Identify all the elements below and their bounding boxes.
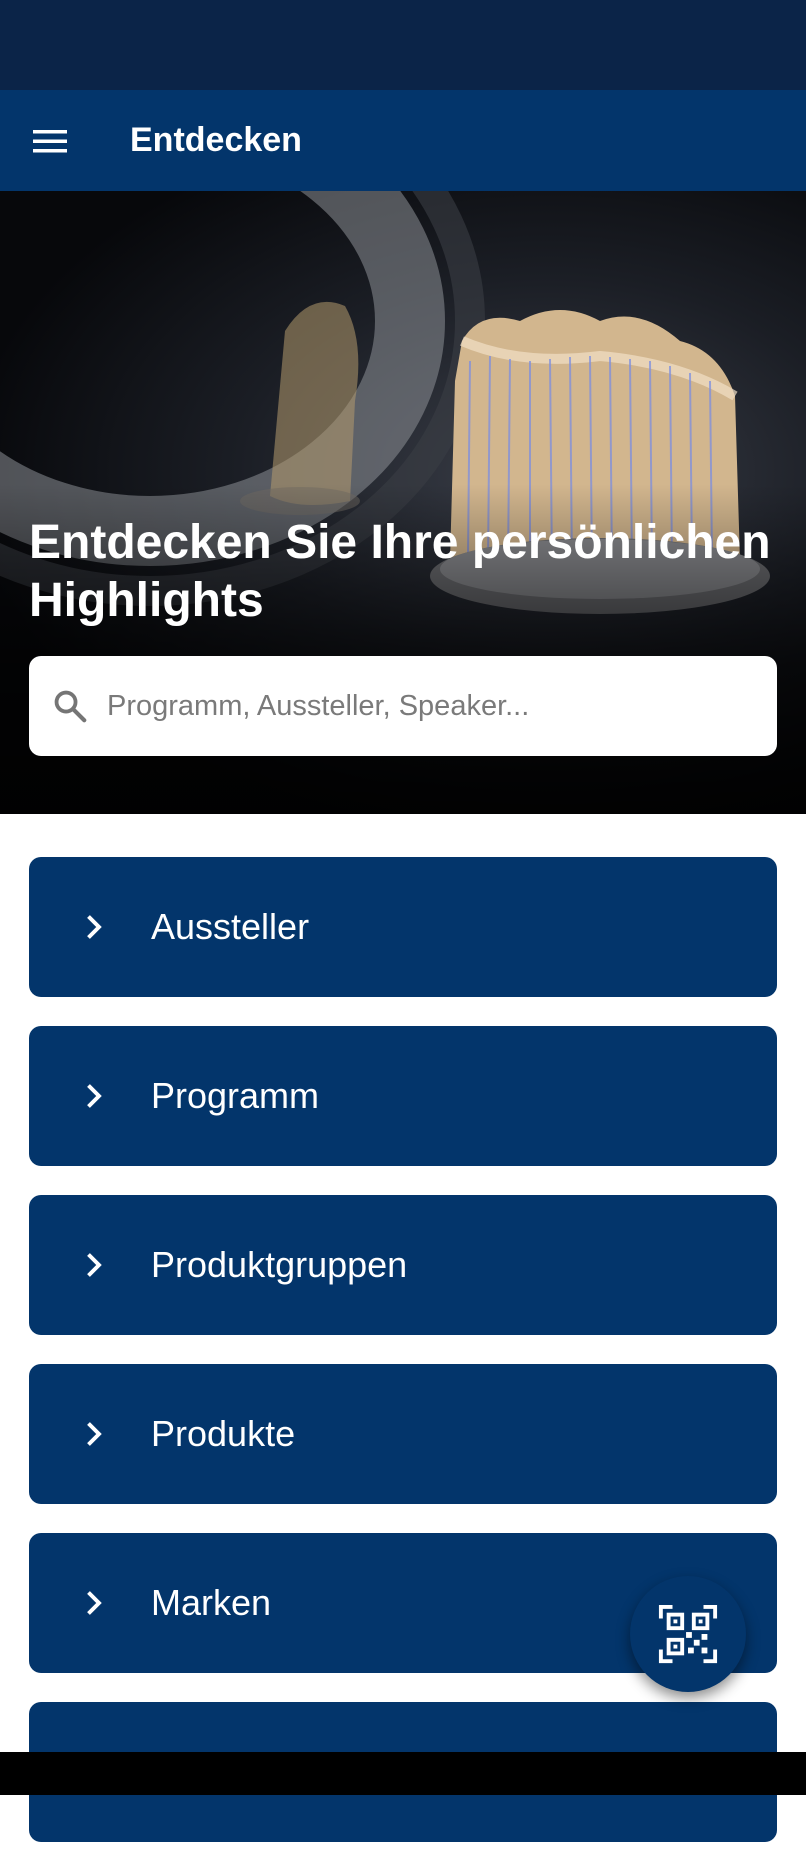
discover-menu-list: Aussteller Programm Produktgruppen Produ… — [29, 857, 777, 1871]
menu-item-produktgruppen[interactable]: Produktgruppen — [29, 1195, 777, 1335]
search-icon — [54, 690, 87, 723]
hamburger-menu-icon — [33, 129, 67, 152]
menu-item-label: Marken — [151, 1582, 272, 1623]
search-input[interactable] — [105, 675, 749, 737]
chevron-right-icon — [87, 915, 102, 939]
menu-item-label: Produkte — [151, 1413, 296, 1454]
menu-button[interactable] — [0, 90, 100, 191]
search-box[interactable] — [29, 656, 777, 756]
page-title: Entdecken — [130, 121, 302, 159]
system-navigation-bar — [0, 1752, 806, 1795]
menu-item-label: Produktgruppen — [151, 1244, 408, 1285]
chevron-right-icon — [87, 1591, 102, 1615]
hero-title: Entdecken Sie Ihre persönlichen Highligh… — [29, 516, 771, 627]
menu-item-label: Programm — [151, 1075, 320, 1116]
chevron-right-icon — [87, 1084, 102, 1108]
menu-item-label: Aussteller — [151, 906, 310, 947]
chevron-right-icon — [87, 1253, 102, 1277]
app-bar: Entdecken — [0, 90, 806, 191]
qr-scan-button[interactable] — [630, 1576, 746, 1692]
menu-item-produkte[interactable]: Produkte — [29, 1364, 777, 1504]
status-bar — [0, 0, 806, 90]
hero-banner: Entdecken Sie Ihre persönlichen Highligh… — [0, 191, 806, 814]
qr-code-icon — [658, 1604, 718, 1664]
chevron-right-icon — [87, 1422, 102, 1446]
menu-item-aussteller[interactable]: Aussteller — [29, 857, 777, 997]
menu-item-programm[interactable]: Programm — [29, 1026, 777, 1166]
